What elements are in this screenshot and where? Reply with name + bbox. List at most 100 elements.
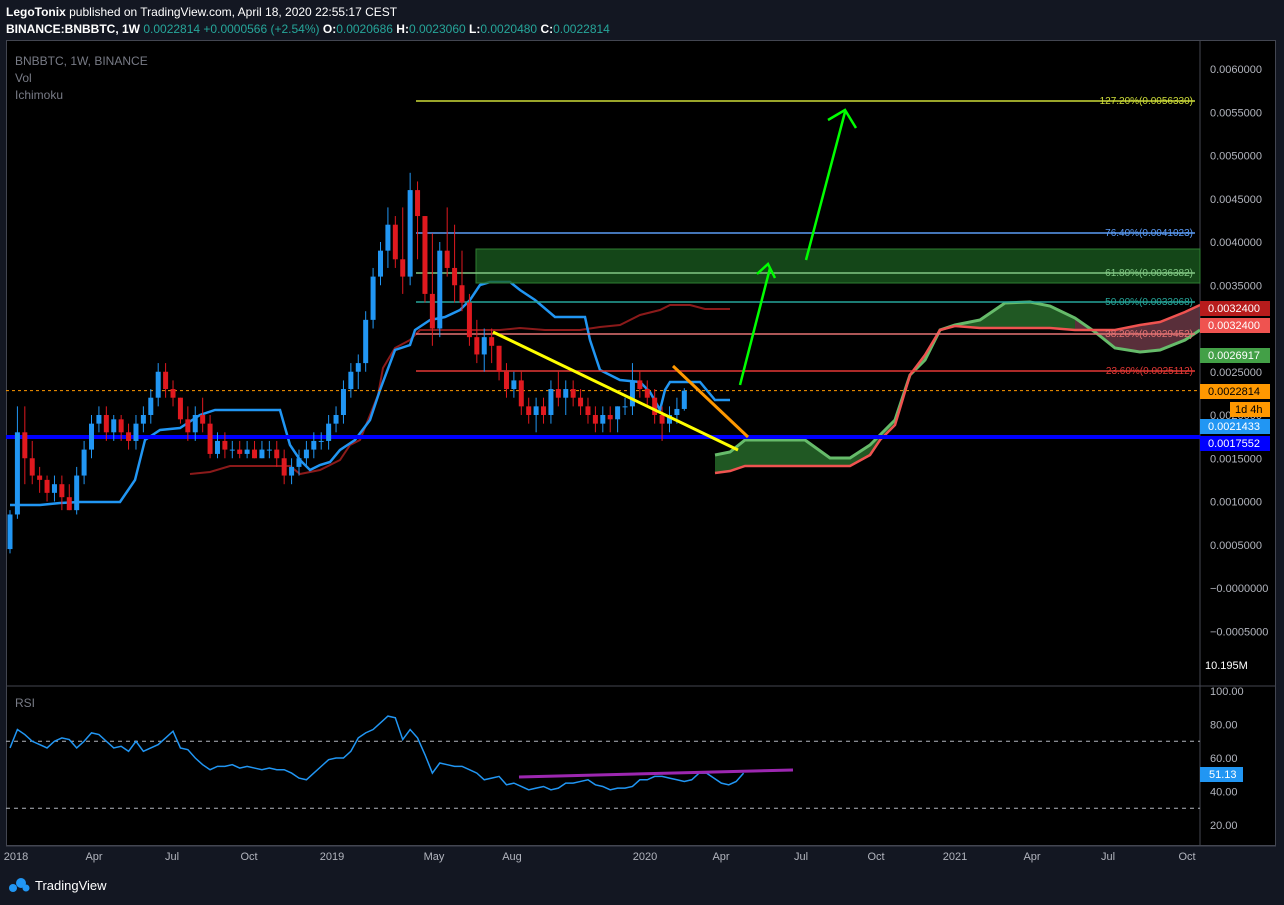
- price-tick-label: 0.0035000: [1210, 280, 1262, 292]
- legend-pair[interactable]: BNBBTC, 1W, BINANCE: [15, 54, 148, 68]
- candle-body: [51, 484, 57, 493]
- time-tick-label: Aug: [502, 851, 522, 863]
- candle-body: [503, 371, 509, 390]
- candle-body: [229, 449, 235, 451]
- legend-volume[interactable]: Vol: [15, 71, 32, 85]
- candle-body: [185, 419, 191, 433]
- candle-body: [89, 423, 95, 450]
- candle-body: [415, 190, 421, 217]
- price-badge-label: 0.0021433: [1208, 421, 1260, 433]
- candle-body: [333, 415, 339, 424]
- candle-body: [429, 293, 435, 329]
- fib-level-label: 61.80%(0.0036382): [1105, 268, 1193, 279]
- price-tick-label: −0.0000000: [1210, 583, 1268, 595]
- price-tick-label: 0.0060000: [1210, 64, 1262, 76]
- candle-body: [615, 406, 621, 420]
- candle-body: [289, 466, 295, 476]
- price-badge-label: 0.0017552: [1208, 438, 1260, 450]
- candle-body: [518, 380, 524, 407]
- rsi-line: [9, 715, 745, 791]
- candle-body: [392, 224, 398, 260]
- tradingview-logo[interactable]: TradingView: [8, 877, 107, 893]
- candle-body: [214, 440, 220, 454]
- time-tick-label: 2021: [943, 851, 967, 863]
- candle-body: [511, 380, 517, 390]
- candle-body: [407, 190, 413, 277]
- candle-body: [66, 497, 72, 511]
- candle-body: [674, 408, 680, 415]
- rsi-tick-label: 40.00: [1210, 787, 1238, 799]
- candle-body: [252, 449, 258, 459]
- candle-body: [370, 276, 376, 320]
- candle-body: [281, 458, 287, 476]
- candle-body: [622, 406, 628, 408]
- candle-body: [155, 371, 161, 398]
- fib-level-label: 38.20%(0.0029452): [1105, 329, 1193, 340]
- rsi-tick-label: 80.00: [1210, 720, 1238, 732]
- price-tick-label: 0.0040000: [1210, 237, 1262, 249]
- time-tick-label: Oct: [867, 851, 884, 863]
- time-tick-label: Jul: [794, 851, 808, 863]
- candle-body: [170, 389, 176, 398]
- candle-body: [659, 415, 665, 424]
- candle-body: [222, 440, 228, 450]
- price-tick-label: −0.0005000: [1210, 626, 1268, 638]
- target-zone-rect: [475, 248, 1201, 284]
- time-tick-label: Jul: [1101, 851, 1115, 863]
- candle-body: [496, 345, 502, 372]
- candle-body: [177, 397, 183, 420]
- fib-level-label: 76.40%(0.0041023): [1105, 228, 1193, 239]
- time-tick-label: 2019: [320, 851, 344, 863]
- candle-body: [459, 285, 465, 303]
- candle-body: [474, 337, 480, 355]
- candle-body: [533, 406, 539, 415]
- time-tick-label: May: [424, 851, 445, 863]
- footer-bar: [0, 868, 1284, 905]
- candle-body: [148, 397, 154, 415]
- candle-body: [355, 363, 361, 372]
- legend-rsi[interactable]: RSI: [15, 696, 35, 710]
- candle-body: [163, 371, 169, 390]
- time-tick-label: Apr: [1023, 851, 1040, 863]
- price-badge-label: 0.0032400: [1208, 303, 1260, 315]
- candle-body: [466, 302, 472, 338]
- green-arrow-2: [804, 111, 847, 261]
- candle-body: [592, 415, 598, 424]
- time-tick-label: Apr: [712, 851, 729, 863]
- candle-body: [81, 449, 87, 476]
- candle-body: [548, 389, 554, 415]
- price-tick-label: 0.0055000: [1210, 107, 1262, 119]
- price-chart[interactable]: 127.20%(0.0056330) 76.40%(0.0041023) 61.80…: [0, 0, 1284, 868]
- candle-body: [96, 415, 102, 424]
- candle-body: [348, 371, 354, 390]
- candle-body: [555, 389, 561, 398]
- candle-body: [452, 267, 458, 286]
- candle-body: [118, 419, 124, 433]
- tradingview-logo-icon: [9, 878, 30, 892]
- candle-body: [489, 337, 495, 346]
- candle-body: [422, 216, 428, 294]
- price-tick-label: 0.0050000: [1210, 151, 1262, 163]
- candle-body: [14, 432, 20, 515]
- rsi-tick-label: 20.00: [1210, 820, 1238, 832]
- rsi-tick-label: 60.00: [1210, 753, 1238, 765]
- candle-body: [237, 449, 243, 454]
- time-tick-label: 2020: [633, 851, 657, 863]
- candle-body: [103, 415, 109, 433]
- price-tick-label: 0.0015000: [1210, 453, 1262, 465]
- price-tick-label: 0.0010000: [1210, 497, 1262, 509]
- fib-level-label: 23.60%(0.0025112): [1106, 366, 1193, 377]
- candle-body: [259, 449, 265, 459]
- rsi-value-label: 51.13: [1209, 769, 1237, 781]
- candle-body: [585, 406, 591, 415]
- candle-body: [29, 458, 35, 476]
- fib-level-label: 50.00%(0.0033068): [1105, 297, 1193, 308]
- candle-body: [340, 389, 346, 415]
- volume-value-label: 10.195M: [1205, 660, 1248, 672]
- candle-body: [140, 415, 146, 424]
- candle-body: [652, 397, 658, 415]
- candle-body: [563, 389, 569, 398]
- rsi-tick-label: 100.00: [1210, 686, 1244, 698]
- candle-body: [385, 224, 391, 251]
- legend-ichimoku[interactable]: Ichimoku: [15, 88, 63, 102]
